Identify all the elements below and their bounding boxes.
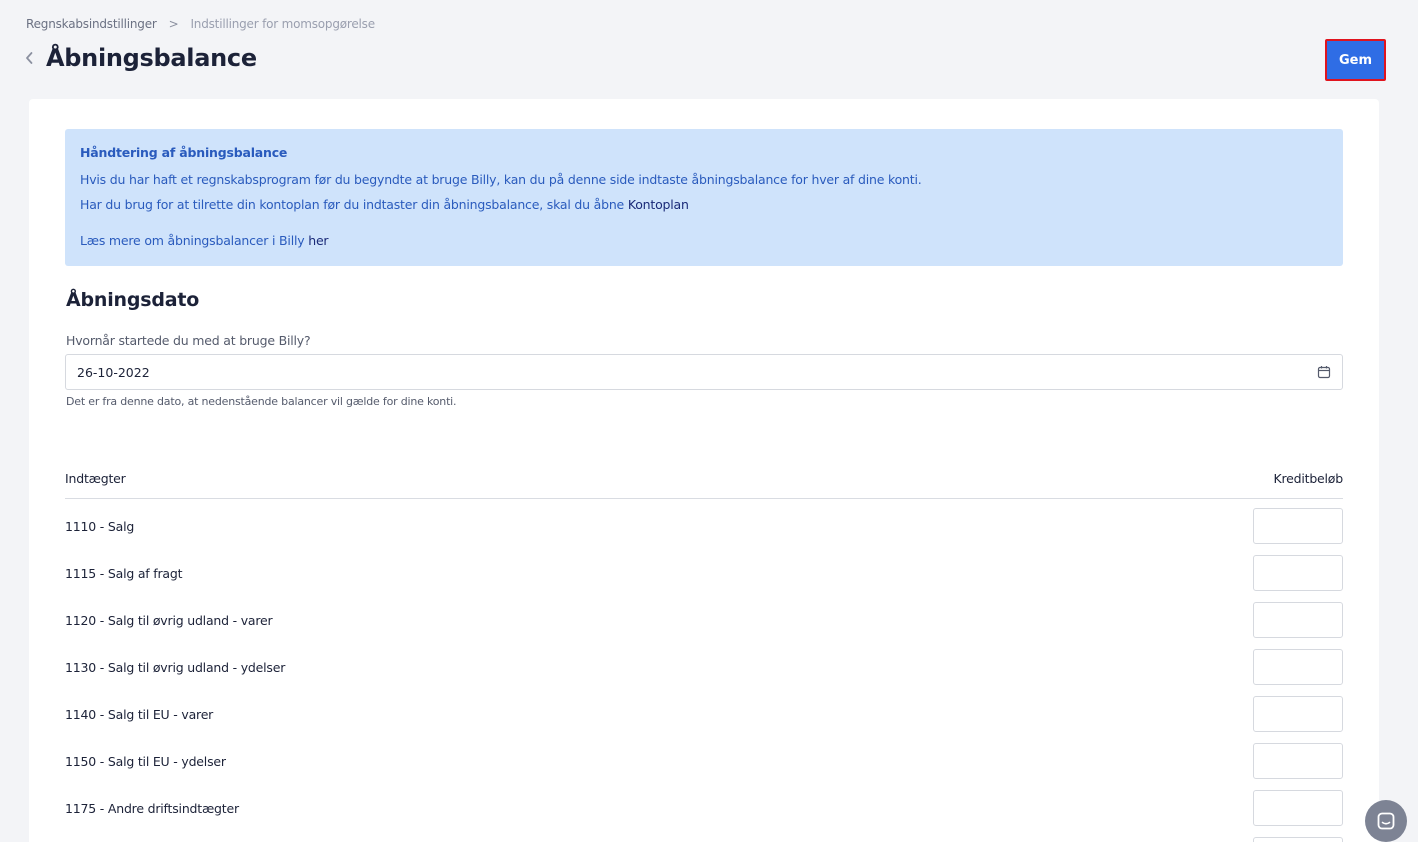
info-box: Håndtering af åbningsbalance Hvis du har…	[65, 129, 1343, 266]
account-name: 1130 - Salg til øvrig udland - ydelser	[65, 660, 286, 675]
account-name: 1150 - Salg til EU - ydelser	[65, 754, 226, 769]
table-row: 1150 - Salg til EU - ydelser	[65, 743, 1343, 790]
breadcrumb: Regnskabsindstillinger > Indstillinger f…	[26, 17, 375, 31]
table-row: 1175 - Andre driftsindtægter	[65, 790, 1343, 837]
page-title: Åbningsbalance	[46, 44, 257, 72]
opening-date-input[interactable]: 26-10-2022	[65, 354, 1343, 390]
account-name: 1140 - Salg til EU - varer	[65, 707, 214, 722]
table-row: 1120 - Salg til øvrig udland - varer	[65, 602, 1343, 649]
info-line-2-text: Har du brug for at tilrette din kontopla…	[80, 197, 628, 212]
table-row: 1130 - Salg til øvrig udland - ydelser	[65, 649, 1343, 696]
credit-amount-input[interactable]	[1253, 837, 1343, 842]
title-row: Åbningsbalance	[24, 44, 257, 72]
account-name: 1110 - Salg	[65, 519, 135, 534]
credit-amount-input[interactable]	[1253, 696, 1343, 732]
credit-amount-input[interactable]	[1253, 743, 1343, 779]
main-card: Håndtering af åbningsbalance Hvis du har…	[29, 99, 1379, 842]
table-row	[65, 837, 1343, 842]
opening-date-value: 26-10-2022	[77, 364, 150, 380]
credit-amount-input[interactable]	[1253, 555, 1343, 591]
account-name: 1175 - Andre driftsindtægter	[65, 801, 239, 816]
account-name: 1115 - Salg af fragt	[65, 566, 183, 581]
chat-icon[interactable]	[1365, 800, 1407, 842]
credit-amount-input[interactable]	[1253, 649, 1343, 685]
credit-amount-input[interactable]	[1253, 790, 1343, 826]
opening-date-help: Det er fra denne dato, at nedenstående b…	[66, 395, 457, 408]
calendar-icon[interactable]	[1317, 365, 1331, 379]
credit-amount-input[interactable]	[1253, 508, 1343, 544]
account-name: 1120 - Salg til øvrig udland - varer	[65, 613, 273, 628]
table-row: 1115 - Salg af fragt	[65, 555, 1343, 602]
chevron-left-icon[interactable]	[24, 48, 38, 68]
info-line-2: Har du brug for at tilrette din kontopla…	[80, 197, 1328, 212]
save-button[interactable]: Gem	[1325, 39, 1386, 81]
info-line-1: Hvis du har haft et regnskabsprogram før…	[80, 172, 922, 187]
table-row: 1140 - Salg til EU - varer	[65, 696, 1343, 743]
kontoplan-link[interactable]: Kontoplan	[628, 197, 689, 212]
breadcrumb-current[interactable]: Indstillinger for momsopgørelse	[190, 17, 375, 31]
info-heading: Håndtering af åbningsbalance	[80, 145, 288, 160]
table-row: 1110 - Salg	[65, 508, 1343, 555]
info-line-3-text: Læs mere om åbningsbalancer i Billy	[80, 233, 309, 248]
opening-date-label: Hvornår startede du med at bruge Billy?	[66, 333, 311, 348]
breadcrumb-parent-link[interactable]: Regnskabsindstillinger	[26, 17, 157, 31]
account-rows: 1110 - Salg 1115 - Salg af fragt 1120 - …	[65, 508, 1343, 842]
column-header-account: Indtægter	[65, 471, 126, 486]
credit-amount-input[interactable]	[1253, 602, 1343, 638]
section-title-opening-date: Åbningsdato	[66, 289, 200, 311]
table-header: Indtægter Kreditbeløb	[65, 471, 1343, 499]
breadcrumb-separator: >	[168, 17, 179, 31]
column-header-credit: Kreditbeløb	[1273, 471, 1343, 486]
read-more-link[interactable]: her	[308, 233, 328, 248]
info-line-3: Læs mere om åbningsbalancer i Billy her	[80, 233, 1328, 248]
